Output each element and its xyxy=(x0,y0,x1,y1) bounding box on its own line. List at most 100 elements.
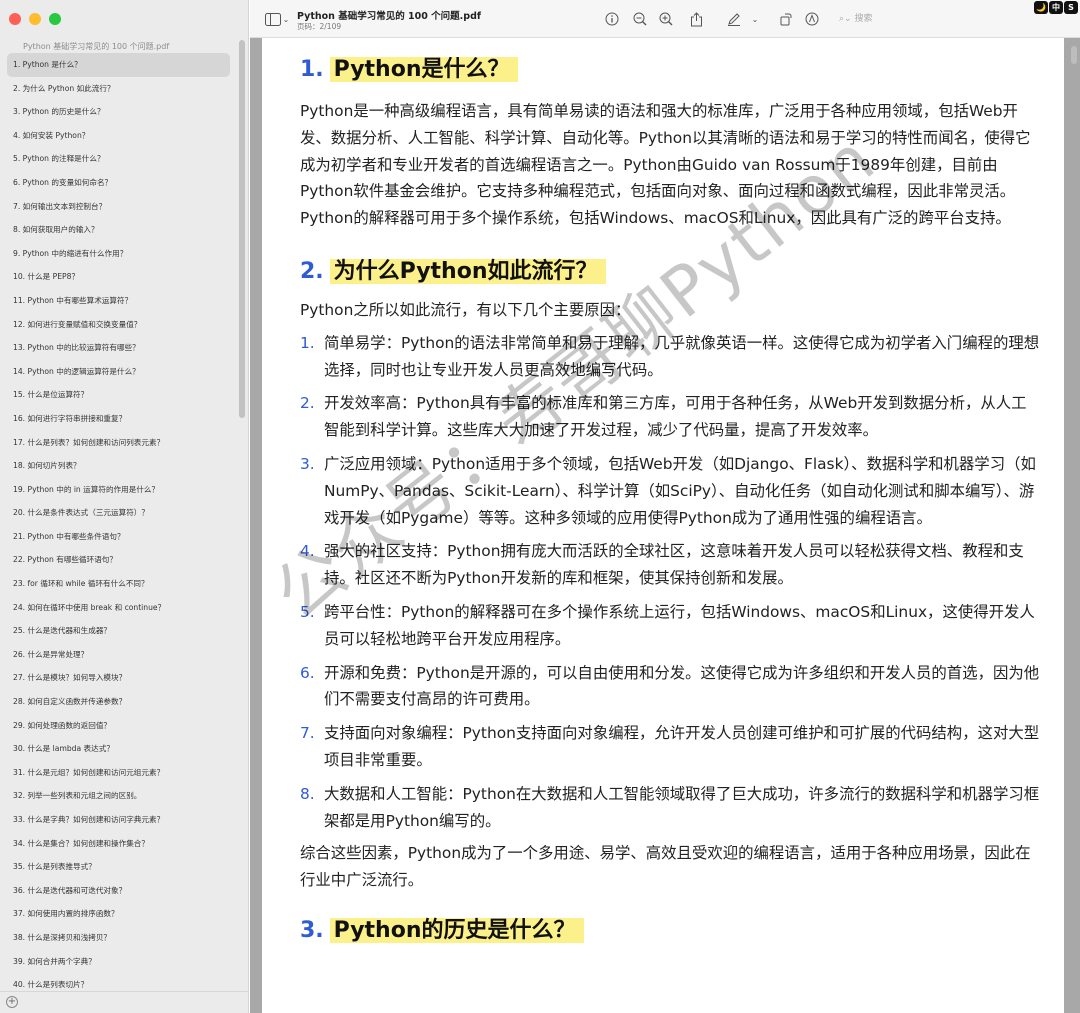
toolbar: ⌄ Python 基础学习常见的 100 个问题.pdf 页码：2/109 ⌄ … xyxy=(250,0,1080,38)
search-field[interactable]: ⌕⌄ 搜索 xyxy=(835,11,1025,27)
section-2-intro: Python之所以如此流行，有以下几个主要原因： xyxy=(300,300,631,319)
outline-item[interactable]: 22. Python 有哪些循环语句？ xyxy=(7,548,230,572)
section-title: Python是什么？ xyxy=(329,57,518,82)
share-icon[interactable] xyxy=(688,10,704,28)
list-item: 1. 简单易学：Python的语法非常简单和易于理解，几乎就像英语一样。这使得它成… xyxy=(300,330,1040,384)
section-heading-2: 2. 为什么Python如此流行？ xyxy=(300,253,1040,291)
s-app-icon[interactable]: S xyxy=(1064,1,1078,14)
outline-item[interactable]: 11. Python 中有哪些算术运算符？ xyxy=(7,289,230,313)
outline-item[interactable]: 17. 什么是列表？如何创建和访问列表元素？ xyxy=(7,431,230,455)
list-item: 6. 开源和免费：Python是开源的，可以自由使用和分发。这使得它成为许多组织和… xyxy=(300,660,1040,714)
outline-item[interactable]: 2. 为什么 Python 如此流行？ xyxy=(7,77,230,101)
zoom-out-icon[interactable] xyxy=(632,10,648,28)
reasons-list: 1. 简单易学：Python的语法非常简单和易于理解，几乎就像英语一样。这使得它成… xyxy=(300,330,1040,835)
outline-item[interactable]: 8. 如何获取用户的输入？ xyxy=(7,218,230,242)
section-number: 3. xyxy=(300,917,324,943)
minimize-window-button[interactable] xyxy=(29,13,41,25)
outline-item[interactable]: 3. Python 的历史是什么？ xyxy=(7,100,230,124)
sidebar: Python 基础学习常见的 100 个问题.pdf 1. Python 是什么… xyxy=(0,0,249,1013)
outline-item[interactable]: 27. 什么是模块？如何导入模块？ xyxy=(7,666,230,690)
outline-item[interactable]: 1. Python 是什么？ xyxy=(7,53,230,77)
outline-item[interactable]: 12. 如何进行变量赋值和交换变量值？ xyxy=(7,313,230,337)
sidebar-scrollbar[interactable] xyxy=(239,40,245,418)
section-1-body: Python是一种高级编程语言，具有简单易读的语法和强大的标准库，广泛用于各种应… xyxy=(300,102,1031,228)
list-number: 5. xyxy=(300,602,315,621)
sidebar-toggle-icon[interactable] xyxy=(262,10,284,28)
zoom-in-icon[interactable] xyxy=(658,10,674,28)
outline-item[interactable]: 10. 什么是 PEP8？ xyxy=(7,265,230,289)
list-number: 8. xyxy=(300,784,315,803)
document-viewer: 1. Python是什么？ Python是一种高级编程语言，具有简单易读的语法和强… xyxy=(250,38,1080,1013)
annotate-icon[interactable] xyxy=(804,10,820,28)
close-window-button[interactable] xyxy=(9,13,21,25)
list-item: 8. 大数据和人工智能：Python在大数据和人工智能领域取得了巨大成功，许多流行… xyxy=(300,781,1040,835)
outline-item[interactable]: 9. Python 中的缩进有什么作用？ xyxy=(7,242,230,266)
rotate-icon[interactable] xyxy=(778,10,794,28)
outline-item[interactable]: 24. 如何在循环中使用 break 和 continue？ xyxy=(7,596,230,620)
search-placeholder: 搜索 xyxy=(854,14,873,24)
list-text: 跨平台性：Python的解释器可在多个操作系统上运行，包括Windows、mac… xyxy=(324,602,1035,648)
outline-item[interactable]: 20. 什么是条件表达式（三元运算符）？ xyxy=(7,501,230,525)
outline-item[interactable]: 7. 如何输出文本到控制台？ xyxy=(7,195,230,219)
outline-item[interactable]: 38. 什么是深拷贝和浅拷贝？ xyxy=(7,926,230,950)
outline-item[interactable]: 26. 什么是异常处理？ xyxy=(7,643,230,667)
section-number: 1. xyxy=(300,57,324,82)
outline-item[interactable]: 30. 什么是 lambda 表达式？ xyxy=(7,737,230,761)
outline-item[interactable]: 13. Python 中的比较运算符有哪些？ xyxy=(7,336,230,360)
outline-item[interactable]: 33. 什么是字典？如何创建和访问字典元素？ xyxy=(7,808,230,832)
list-number: 7. xyxy=(300,724,315,743)
menu-extras: 🌙 中 S xyxy=(1034,1,1078,14)
outline-item[interactable]: 35. 什么是列表推导式？ xyxy=(7,855,230,879)
list-text: 简单易学：Python的语法非常简单和易于理解，几乎就像英语一样。这使得它成为初… xyxy=(324,333,1040,379)
list-number: 1. xyxy=(300,333,315,352)
moon-icon[interactable]: 🌙 xyxy=(1034,1,1048,14)
outline-item[interactable]: 5. Python 的注释是什么？ xyxy=(7,147,230,171)
outline-item[interactable]: 4. 如何安装 Python？ xyxy=(7,124,230,148)
markup-pen-icon[interactable] xyxy=(726,10,742,28)
outline-item[interactable]: 34. 什么是集合？如何创建和操作集合？ xyxy=(7,832,230,856)
page-indicator: 页码：2/109 xyxy=(297,22,342,31)
outline-item[interactable]: 15. 什么是位运算符？ xyxy=(7,383,230,407)
add-icon[interactable]: + xyxy=(6,996,18,1008)
list-item: 7. 支持面向对象编程：Python支持面向对象编程，允许开发人员创建可维护和可扩… xyxy=(300,720,1040,774)
outline-item[interactable]: 19. Python 中的 in 运算符的作用是什么？ xyxy=(7,478,230,502)
sidebar-doc-title: Python 基础学习常见的 100 个问题.pdf xyxy=(23,42,170,51)
outline-item[interactable]: 25. 什么是迭代器和生成器？ xyxy=(7,619,230,643)
list-item: 4. 强大的社区支持：Python拥有庞大而活跃的全球社区，这意味着开发人员可以轻… xyxy=(300,538,1040,592)
section-2-outro: 综合这些因素，Python成为了一个多用途、易学、高效且受欢迎的编程语言，适用于… xyxy=(300,844,1031,890)
chevron-down-icon[interactable]: ⌄ xyxy=(282,10,290,28)
list-item: 3. 广泛应用领域：Python适用于多个领域，包括Web开发（如Django、F… xyxy=(300,451,1040,531)
document-title: Python 基础学习常见的 100 个问题.pdf xyxy=(297,11,482,22)
list-number: 3. xyxy=(300,454,315,473)
zoom-window-button[interactable] xyxy=(49,13,61,25)
outline-item[interactable]: 23. for 循环和 while 循环有什么不同？ xyxy=(7,572,230,596)
section-number: 2. xyxy=(300,258,324,284)
list-item: 5. 跨平台性：Python的解释器可在多个操作系统上运行，包括Windows、m… xyxy=(300,599,1040,653)
outline-item[interactable]: 16. 如何进行字符串拼接和重复？ xyxy=(7,407,230,431)
outline-item[interactable]: 36. 什么是迭代器和可迭代对象？ xyxy=(7,879,230,903)
list-text: 支持面向对象编程：Python支持面向对象编程，允许开发人员创建可维护和可扩展的… xyxy=(324,724,1040,769)
outline-item[interactable]: 14. Python 中的逻辑运算符是什么？ xyxy=(7,360,230,384)
input-method-icon[interactable]: 中 xyxy=(1049,1,1063,14)
outline-item[interactable]: 39. 如何合并两个字典？ xyxy=(7,950,230,974)
list-number: 2. xyxy=(300,394,315,413)
info-icon[interactable] xyxy=(604,10,620,28)
outline-item[interactable]: 32. 列举一些列表和元组之间的区别。 xyxy=(7,784,230,808)
markup-chevron-down-icon[interactable]: ⌄ xyxy=(750,10,760,28)
outline-item[interactable]: 21. Python 中有哪些条件语句？ xyxy=(7,525,230,549)
page-content: 1. Python是什么？ Python是一种高级编程语言，具有简单易读的语法和强… xyxy=(300,38,1040,950)
outline-item[interactable]: 37. 如何使用内置的排序函数？ xyxy=(7,902,230,926)
list-text: 广泛应用领域：Python适用于多个领域，包括Web开发（如Django、Fla… xyxy=(324,454,1036,527)
outline-item[interactable]: 28. 如何自定义函数并传递参数？ xyxy=(7,690,230,714)
section-title: 为什么Python如此流行？ xyxy=(329,258,606,284)
outline-item[interactable]: 29. 如何处理函数的返回值？ xyxy=(7,714,230,738)
outline-item[interactable]: 6. Python 的变量如何命名？ xyxy=(7,171,230,195)
list-item: 2. 开发效率高：Python具有丰富的标准库和第三方库，可用于各种任务，从Web… xyxy=(300,390,1040,444)
list-number: 4. xyxy=(300,542,315,561)
outline-item[interactable]: 31. 什么是元组？如何创建和访问元组元素？ xyxy=(7,761,230,785)
section-title: Python的历史是什么？ xyxy=(329,917,584,943)
document-scrollbar[interactable] xyxy=(1071,46,1077,64)
outline-list: 1. Python 是什么？ 2. 为什么 Python 如此流行？ 3. Pyth… xyxy=(7,53,230,997)
list-text: 开发效率高：Python具有丰富的标准库和第三方库，可用于各种任务，从Web开发… xyxy=(324,394,1027,440)
outline-item[interactable]: 18. 如何切片列表？ xyxy=(7,454,230,478)
